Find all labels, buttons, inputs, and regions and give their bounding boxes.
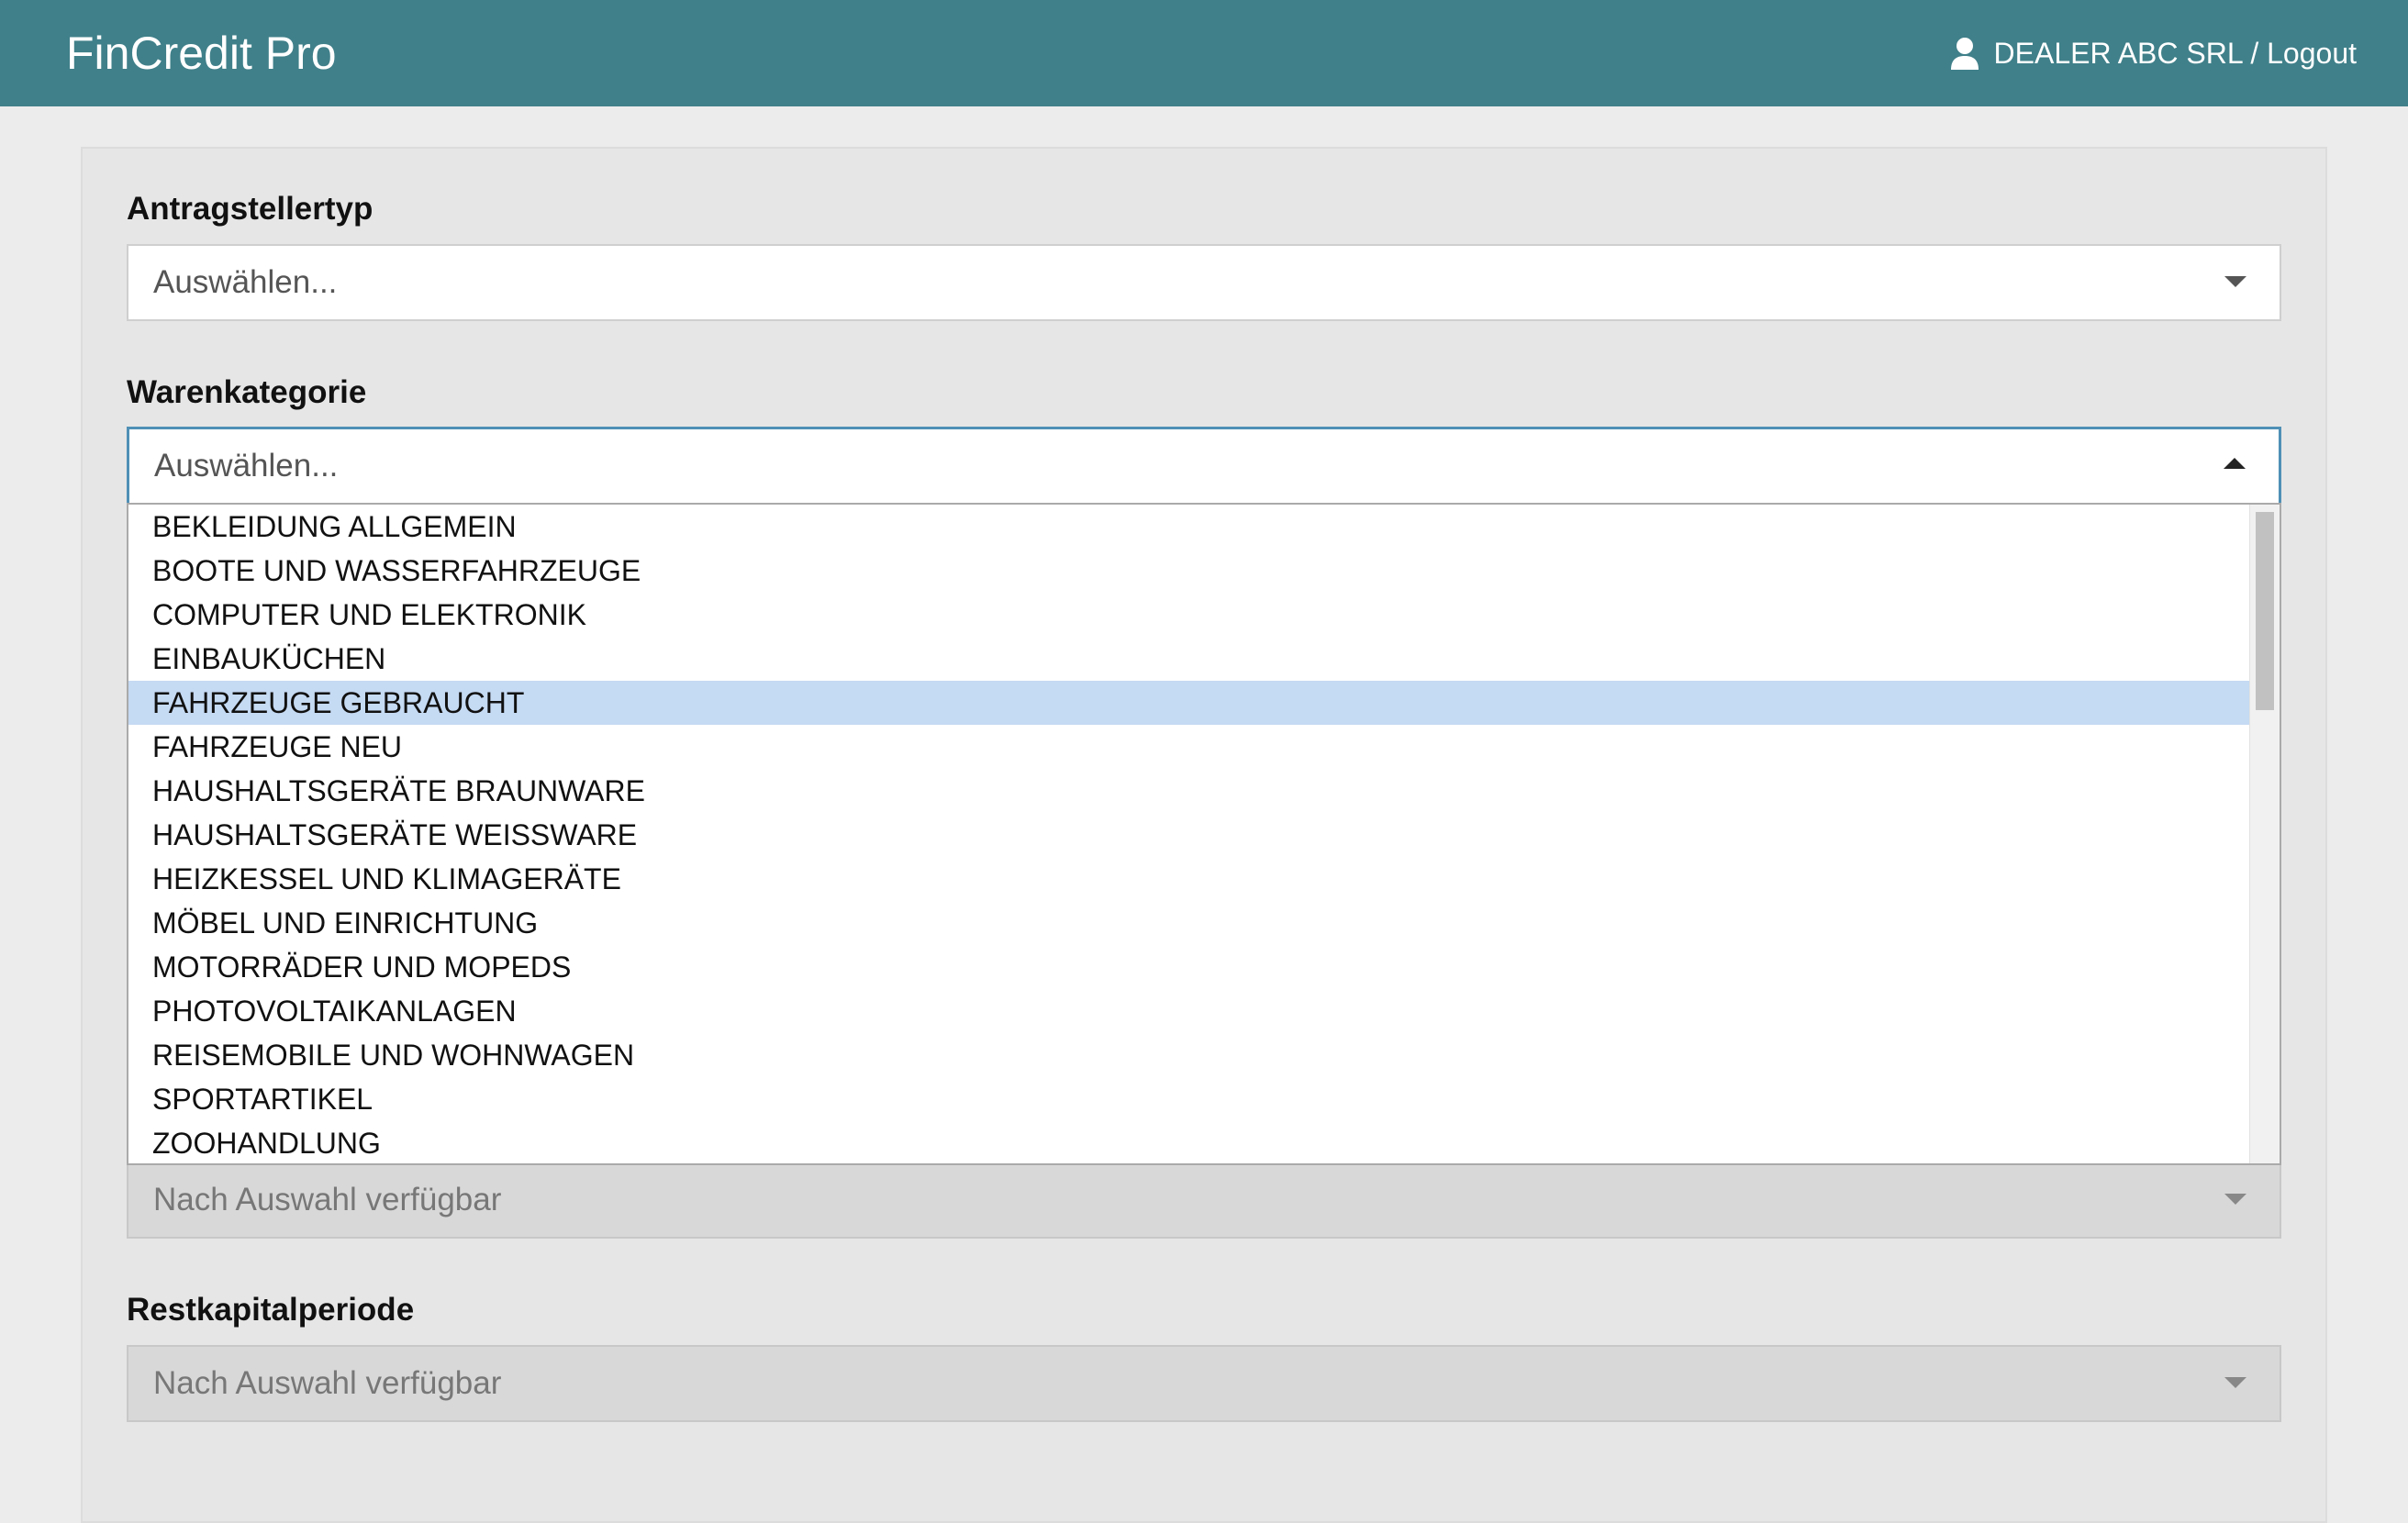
dropdown-option[interactable]: SPORTARTIKEL	[128, 1077, 2252, 1121]
goods-category-label: Warenkategorie	[127, 374, 367, 410]
scrollbar-thumb[interactable]	[2256, 512, 2274, 710]
goods-category-value: Auswählen...	[154, 448, 339, 484]
dropdown-option[interactable]: REISEMOBILE UND WOHNWAGEN	[128, 1033, 2252, 1077]
dropdown-option[interactable]: MÖBEL UND EINRICHTUNG	[128, 901, 2252, 945]
residual-period-value: Nach Auswahl verfügbar	[153, 1365, 502, 1401]
residual-period-select: Nach Auswahl verfügbar	[127, 1345, 2281, 1422]
chevron-down-icon	[2224, 1194, 2246, 1205]
goods-category-select[interactable]: Auswählen...	[127, 427, 2281, 506]
applicant-type-select[interactable]: Auswählen...	[127, 244, 2281, 321]
goods-category-dropdown[interactable]: BEKLEIDUNG ALLGEMEIN BOOTE UND WASSERFAH…	[127, 503, 2281, 1165]
applicant-type-label: Antragstellertyp	[127, 191, 373, 227]
hidden-field-select: Nach Auswahl verfügbar	[127, 1162, 2281, 1239]
user-icon	[1950, 38, 1979, 70]
user-label[interactable]: DEALER ABC SRL / Logout	[1994, 37, 2357, 71]
hidden-field-value: Nach Auswahl verfügbar	[153, 1182, 502, 1217]
dropdown-option[interactable]: BEKLEIDUNG ALLGEMEIN	[128, 505, 2252, 549]
dropdown-option[interactable]: EINBAUKÜCHEN	[128, 637, 2252, 681]
dropdown-option[interactable]: FAHRZEUGE NEU	[128, 725, 2252, 769]
applicant-type-value: Auswählen...	[153, 264, 338, 300]
dropdown-scrollbar[interactable]	[2249, 505, 2280, 1163]
dropdown-option[interactable]: COMPUTER UND ELEKTRONIK	[128, 593, 2252, 637]
dropdown-option[interactable]: FAHRZEUGE GEBRAUCHT	[128, 681, 2252, 725]
chevron-down-icon	[2224, 276, 2246, 287]
dropdown-option[interactable]: HAUSHALTSGERÄTE WEISSWARE	[128, 813, 2252, 857]
dropdown-option[interactable]: PHOTOVOLTAIKANLAGEN	[128, 989, 2252, 1033]
dropdown-option[interactable]: MOTORRÄDER UND MOPEDS	[128, 945, 2252, 989]
top-navbar: FinCredit Pro DEALER ABC SRL / Logout	[0, 0, 2408, 106]
chevron-up-icon	[2224, 458, 2246, 469]
residual-period-label: Restkapitalperiode	[127, 1292, 415, 1328]
app-title[interactable]: FinCredit Pro	[66, 0, 337, 106]
dropdown-option[interactable]: ZOOHANDLUNG	[128, 1121, 2252, 1163]
user-logout-link[interactable]: DEALER ABC SRL / Logout	[1950, 0, 2357, 106]
dropdown-option[interactable]: BOOTE UND WASSERFAHRZEUGE	[128, 549, 2252, 593]
dropdown-option[interactable]: HEIZKESSEL UND KLIMAGERÄTE	[128, 857, 2252, 901]
dropdown-option[interactable]: HAUSHALTSGERÄTE BRAUNWARE	[128, 769, 2252, 813]
chevron-down-icon	[2224, 1377, 2246, 1388]
